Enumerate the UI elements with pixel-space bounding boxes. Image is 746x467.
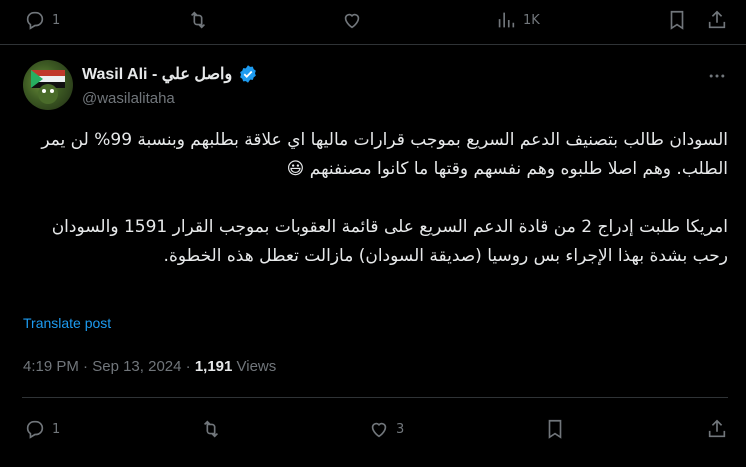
views-button[interactable]: 1K: [495, 9, 540, 31]
bottom-action-bar: 1 3: [24, 415, 728, 443]
share-icon: [708, 419, 726, 438]
meta-separator: ·: [78, 358, 93, 375]
more-icon: [709, 74, 725, 78]
post-paragraph-2: امريكا طلبت إدراج 2 من قادة الدعم السريع…: [51, 217, 728, 266]
bookmark-icon: [548, 419, 562, 439]
top-action-bar: 1 1K: [24, 6, 728, 34]
verified-badge: [238, 64, 258, 84]
top-right-actions: [666, 9, 728, 31]
author-name-row: Wasil Ali - واصل علي: [82, 64, 258, 84]
bookmark-button[interactable]: [544, 418, 566, 440]
more-button[interactable]: [707, 66, 727, 86]
top-divider: [0, 44, 746, 45]
post-paragraph-1: السودان طالب بتصنيف الدعم السريع بموجب ق…: [41, 130, 728, 179]
author-handle[interactable]: @wasilalitaha: [82, 90, 175, 107]
like-icon: [371, 422, 387, 438]
like-count: 3: [396, 421, 405, 437]
meta-separator: ·: [181, 358, 195, 375]
reply-count: 1: [52, 12, 61, 28]
post-meta: 4:19 PM · Sep 13, 2024 · 1,191 Views: [23, 358, 276, 375]
retweet-button[interactable]: [187, 9, 215, 31]
share-button[interactable]: [706, 9, 728, 31]
post-date[interactable]: Sep 13, 2024: [92, 358, 181, 375]
retweet-icon: [204, 420, 219, 438]
like-button[interactable]: [341, 9, 369, 31]
bookmark-button[interactable]: [666, 9, 688, 31]
post-body: السودان طالب بتصنيف الدعم السريع بموجب ق…: [22, 126, 728, 271]
reply-button[interactable]: 1: [24, 9, 60, 31]
avatar-image: [31, 70, 65, 104]
views-count: 1K: [522, 12, 540, 28]
post-views-label: Views: [232, 358, 277, 375]
bookmark-icon: [670, 10, 684, 30]
share-button[interactable]: [706, 418, 728, 440]
like-button[interactable]: 3: [368, 418, 404, 440]
post-views-count: 1,191: [194, 358, 233, 375]
avatar[interactable]: [23, 60, 73, 110]
reply-icon: [26, 420, 44, 439]
views-icon: [498, 12, 515, 28]
translate-post-link[interactable]: Translate post: [23, 315, 111, 331]
meta-divider: [22, 397, 728, 398]
reply-count: 1: [52, 421, 61, 437]
reply-button[interactable]: 1: [24, 418, 60, 440]
like-icon: [344, 13, 359, 29]
display-name[interactable]: Wasil Ali - واصل علي: [82, 64, 232, 84]
post-time[interactable]: 4:19 PM: [23, 358, 79, 375]
verified-icon: [240, 65, 257, 83]
retweet-button[interactable]: [200, 418, 228, 440]
share-icon: [708, 10, 726, 29]
reply-icon: [26, 11, 44, 30]
retweet-icon: [190, 11, 205, 29]
